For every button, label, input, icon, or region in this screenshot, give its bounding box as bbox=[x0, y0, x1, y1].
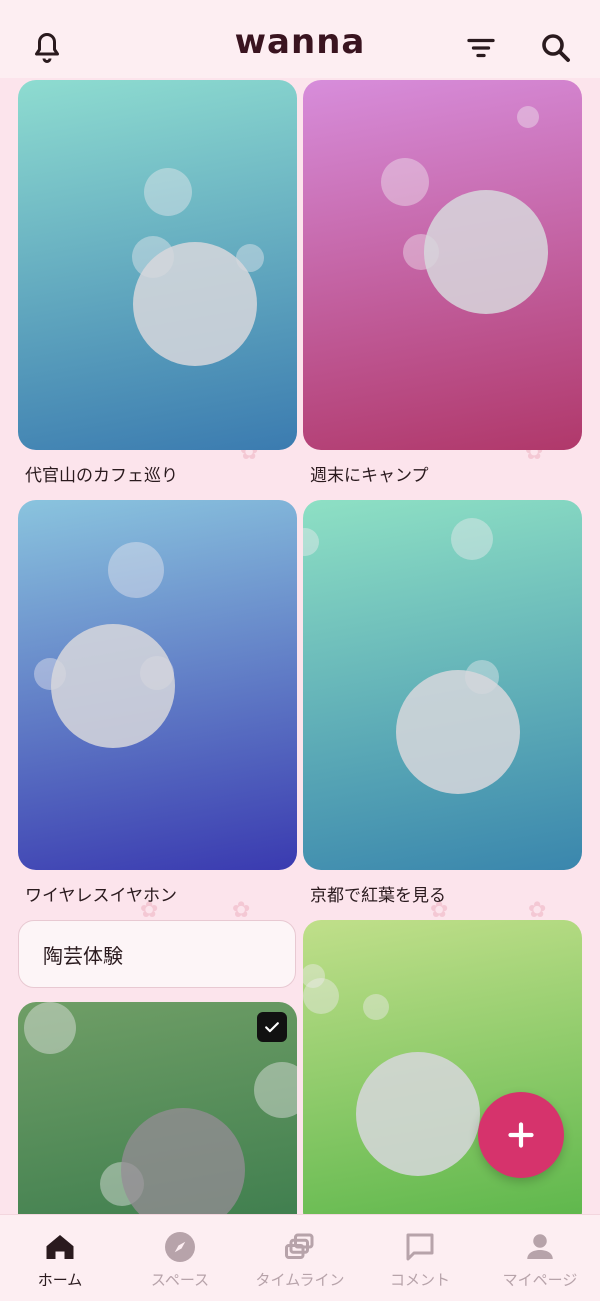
bubble-decoration bbox=[254, 1062, 297, 1118]
image-placeholder bbox=[133, 242, 257, 366]
bubble-decoration bbox=[451, 518, 493, 560]
card-caption: 京都で紅葉を見る bbox=[310, 886, 446, 906]
bubble-decoration bbox=[381, 158, 429, 206]
compass-icon bbox=[165, 1232, 195, 1262]
wish-card[interactable] bbox=[18, 500, 297, 870]
bubble-decoration bbox=[517, 106, 539, 128]
bubble-decoration bbox=[363, 994, 389, 1020]
bottom-navigation: ホーム スペース タイムライン コメント マイページ bbox=[0, 1214, 600, 1301]
image-placeholder bbox=[396, 670, 520, 794]
bubble-decoration bbox=[303, 978, 339, 1014]
person-icon bbox=[527, 1234, 553, 1259]
card-caption: ワイヤレスイヤホン bbox=[25, 886, 177, 906]
check-icon bbox=[265, 1022, 279, 1033]
check-badge[interactable] bbox=[257, 1012, 287, 1042]
wish-card[interactable] bbox=[303, 920, 582, 1230]
nav-mypage[interactable]: マイページ bbox=[480, 1215, 600, 1301]
timeline-icon bbox=[285, 1233, 314, 1259]
search-icon[interactable] bbox=[538, 30, 574, 66]
nav-label: コメント bbox=[389, 1271, 450, 1289]
nav-timeline[interactable]: タイムライン bbox=[240, 1215, 360, 1301]
plus-icon bbox=[508, 1122, 534, 1148]
nav-label: スペース bbox=[150, 1271, 210, 1289]
nav-label: タイムライン bbox=[255, 1271, 345, 1289]
wish-card[interactable] bbox=[303, 500, 582, 870]
filter-icon[interactable] bbox=[463, 30, 499, 66]
bubble-decoration bbox=[303, 528, 319, 556]
card-caption: 週末にキャンプ bbox=[310, 466, 429, 486]
image-placeholder bbox=[424, 190, 548, 314]
nav-label: ホーム bbox=[37, 1271, 83, 1289]
wish-title-chip[interactable]: 陶芸体験 bbox=[18, 920, 296, 988]
nav-space[interactable]: スペース bbox=[120, 1215, 240, 1301]
nav-home[interactable]: ホーム bbox=[0, 1215, 120, 1301]
wish-card[interactable] bbox=[18, 80, 297, 450]
image-placeholder bbox=[51, 624, 175, 748]
bubble-decoration bbox=[144, 168, 192, 216]
card-caption: 代官山のカフェ巡り bbox=[25, 466, 178, 486]
wish-card[interactable] bbox=[303, 80, 582, 450]
nav-comment[interactable]: コメント bbox=[360, 1215, 480, 1301]
wish-card[interactable] bbox=[18, 1002, 297, 1242]
add-wish-button[interactable] bbox=[478, 1092, 564, 1178]
bubble-decoration bbox=[24, 1002, 76, 1054]
bubble-decoration bbox=[108, 542, 164, 598]
comment-icon bbox=[406, 1233, 434, 1261]
top-header: wanna bbox=[0, 0, 600, 78]
app-logo[interactable]: wanna bbox=[0, 22, 600, 62]
image-placeholder bbox=[356, 1052, 480, 1176]
home-icon bbox=[46, 1235, 74, 1259]
wish-title-text: 陶芸体験 bbox=[43, 943, 123, 968]
nav-label: マイページ bbox=[502, 1271, 578, 1289]
